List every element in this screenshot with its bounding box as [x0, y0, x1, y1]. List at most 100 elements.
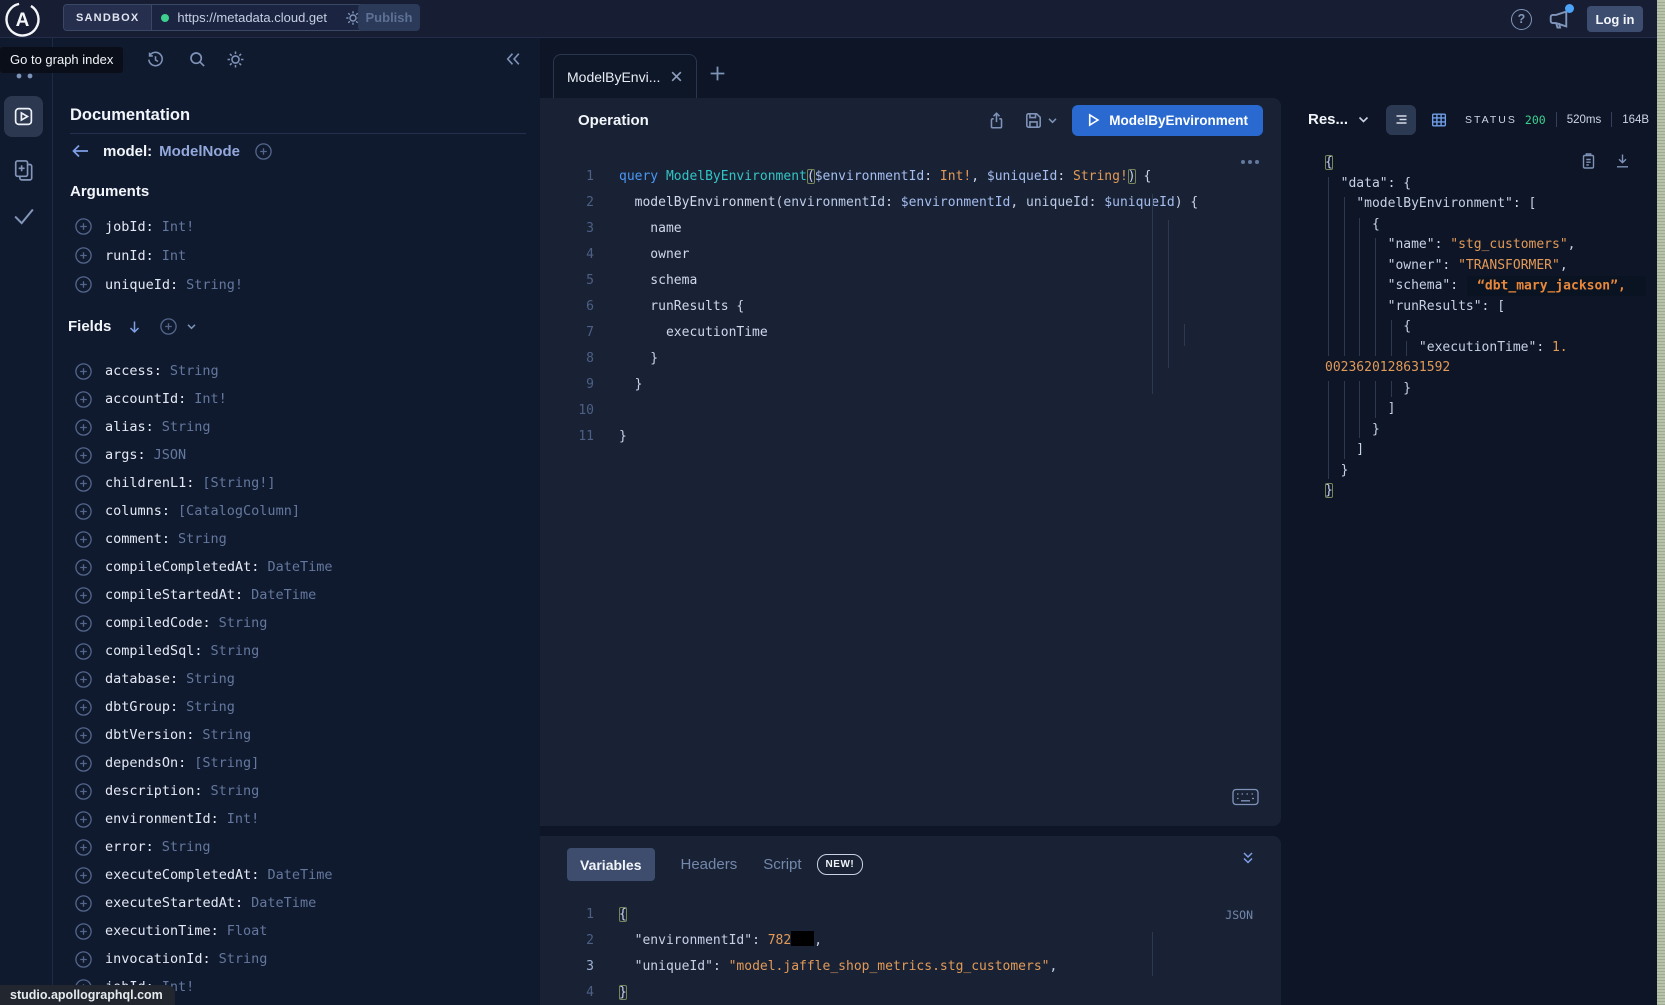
field-type[interactable]: DateTime [267, 559, 332, 575]
field-row[interactable]: invocationId: String [53, 945, 540, 973]
apollo-logo-icon[interactable]: A [4, 1, 41, 38]
tab-script[interactable]: Script [763, 856, 801, 873]
field-name[interactable]: compiledSql: [105, 643, 203, 659]
response-dropdown-label[interactable]: Res... [1308, 111, 1348, 128]
field-name[interactable]: executeCompletedAt: [105, 867, 259, 883]
add-to-query-icon[interactable] [75, 531, 92, 548]
field-type[interactable]: DateTime [267, 867, 332, 883]
field-type[interactable]: String [211, 783, 260, 799]
field-name[interactable]: dbtVersion: [105, 727, 194, 743]
add-to-query-icon[interactable] [75, 671, 92, 688]
field-name[interactable]: executeStartedAt: [105, 895, 243, 911]
explorer-nav-icon[interactable] [4, 96, 43, 137]
new-tab-icon[interactable] [708, 64, 727, 83]
field-row[interactable]: accountId: Int! [53, 385, 540, 413]
add-to-query-icon[interactable] [75, 951, 92, 968]
add-to-query-icon[interactable] [75, 276, 92, 293]
add-to-query-icon[interactable] [75, 895, 92, 912]
field-row[interactable]: childrenL1: [String!] [53, 469, 540, 497]
endpoint-url[interactable]: https://metadata.cloud.get [177, 10, 337, 25]
add-to-query-icon[interactable] [75, 699, 92, 716]
add-to-query-icon[interactable] [75, 447, 92, 464]
field-name[interactable]: childrenL1: [105, 475, 194, 491]
field-row[interactable]: executionTime: Float [53, 917, 540, 945]
field-type[interactable]: String [219, 615, 268, 631]
field-name[interactable]: alias: [105, 419, 154, 435]
response-json-view[interactable]: { "data": { "modelByEnvironment": [ { "n… [1325, 153, 1653, 502]
add-to-query-icon[interactable] [75, 643, 92, 660]
field-row[interactable]: executeCompletedAt: DateTime [53, 861, 540, 889]
field-type[interactable]: String [186, 699, 235, 715]
field-name[interactable]: invocationId: [105, 951, 211, 967]
argument-row[interactable]: jobId: Int! [53, 212, 540, 241]
field-name[interactable]: compileStartedAt: [105, 587, 243, 603]
field-type[interactable]: Int! [194, 391, 227, 407]
tab-variables[interactable]: Variables [567, 848, 655, 881]
field-name[interactable]: compiledCode: [105, 615, 211, 631]
tab-headers[interactable]: Headers [681, 856, 738, 873]
field-row[interactable]: executeStartedAt: DateTime [53, 889, 540, 917]
argument-type[interactable]: Int! [162, 219, 195, 235]
response-table-view-toggle[interactable] [1430, 111, 1448, 129]
field-type[interactable]: String [211, 643, 260, 659]
save-options-chevron-icon[interactable] [1047, 115, 1058, 126]
field-row[interactable]: compileStartedAt: DateTime [53, 581, 540, 609]
field-row[interactable]: compiledSql: String [53, 637, 540, 665]
field-type[interactable]: String [178, 531, 227, 547]
field-type[interactable]: String [162, 839, 211, 855]
field-name[interactable]: comment: [105, 531, 170, 547]
copy-response-icon[interactable] [1580, 152, 1597, 170]
back-arrow-icon[interactable] [70, 143, 90, 159]
sort-fields-icon[interactable] [127, 319, 142, 335]
add-to-query-icon[interactable] [75, 615, 92, 632]
field-type[interactable]: DateTime [251, 587, 316, 603]
add-to-query-icon[interactable] [75, 503, 92, 520]
field-name[interactable]: executionTime: [105, 923, 219, 939]
field-name[interactable]: access: [105, 363, 162, 379]
field-type[interactable]: String [170, 363, 219, 379]
field-type[interactable]: String [202, 727, 251, 743]
field-name[interactable]: error: [105, 839, 154, 855]
run-button-label[interactable]: ModelByEnvironment [1109, 113, 1248, 128]
field-name[interactable]: dbtGroup: [105, 699, 178, 715]
argument-name[interactable]: runId: [105, 248, 154, 264]
field-type[interactable]: [String!] [202, 475, 275, 491]
field-type[interactable]: Float [227, 923, 268, 939]
save-operation-icon[interactable] [1024, 111, 1043, 130]
field-type[interactable]: String [186, 671, 235, 687]
add-to-query-icon[interactable] [75, 867, 92, 884]
breadcrumb-type[interactable]: ModelNode [159, 143, 240, 160]
publish-button[interactable]: Publish [358, 4, 420, 31]
add-field-icon[interactable] [255, 143, 272, 160]
field-name[interactable]: accountId: [105, 391, 186, 407]
add-to-query-icon[interactable] [75, 783, 92, 800]
argument-type[interactable]: String! [186, 277, 243, 293]
field-name[interactable]: description: [105, 783, 203, 799]
add-to-query-icon[interactable] [75, 218, 92, 235]
checklist-nav-icon[interactable] [11, 204, 37, 228]
share-operation-icon[interactable] [987, 111, 1006, 130]
run-operation-button[interactable]: ModelByEnvironment [1072, 105, 1263, 136]
field-type[interactable]: JSON [154, 447, 187, 463]
field-type[interactable]: DateTime [251, 895, 316, 911]
download-response-icon[interactable] [1614, 152, 1631, 170]
field-name[interactable]: columns: [105, 503, 170, 519]
argument-type[interactable]: Int [162, 248, 186, 264]
field-row[interactable]: args: JSON [53, 441, 540, 469]
field-row[interactable]: compileCompletedAt: DateTime [53, 553, 540, 581]
response-dropdown-chevron-icon[interactable] [1357, 113, 1370, 126]
field-row[interactable]: dbtGroup: String [53, 693, 540, 721]
argument-row[interactable]: uniqueId: String! [53, 270, 540, 299]
add-to-query-icon[interactable] [75, 475, 92, 492]
field-row[interactable]: error: String [53, 833, 540, 861]
field-type[interactable]: String [219, 951, 268, 967]
add-all-fields-icon[interactable] [160, 318, 177, 335]
field-name[interactable]: environmentId: [105, 811, 219, 827]
field-row[interactable]: database: String [53, 665, 540, 693]
variables-editor[interactable]: 1{2 "environmentId": 782,3 "uniqueId": "… [517, 902, 1281, 1005]
field-row[interactable]: dbtVersion: String [53, 721, 540, 749]
field-type[interactable]: [CatalogColumn] [178, 503, 300, 519]
argument-name[interactable]: jobId: [105, 219, 154, 235]
operation-editor[interactable]: 1query ModelByEnvironment($environmentId… [517, 164, 1281, 450]
close-tab-icon[interactable] [670, 70, 683, 83]
